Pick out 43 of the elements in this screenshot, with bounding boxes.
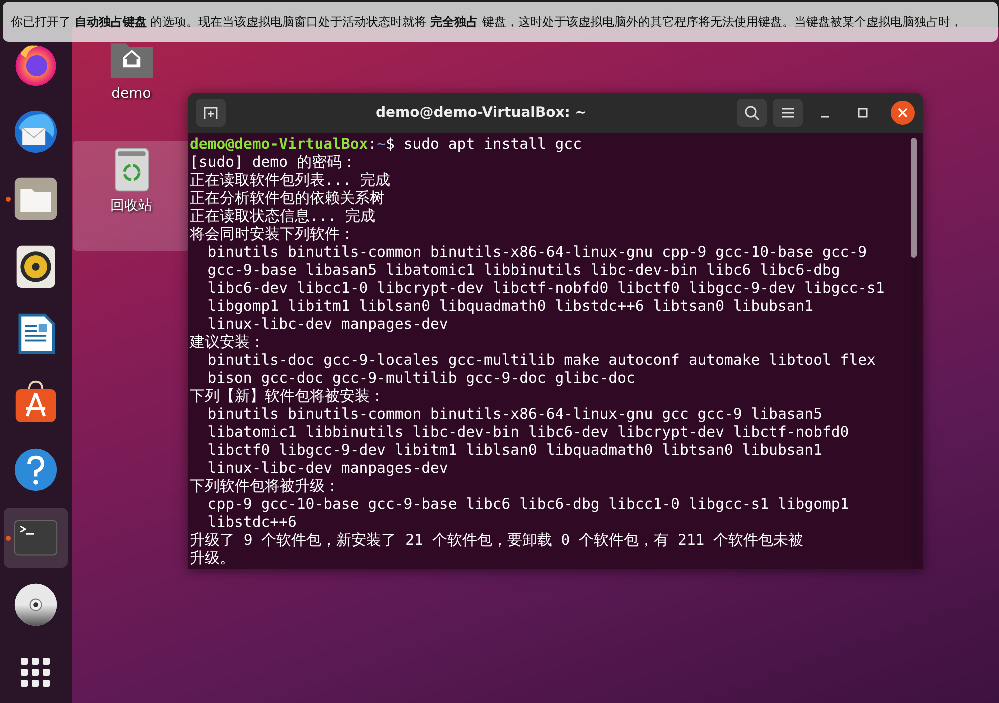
output-line: 正在读取软件包列表... 完成 xyxy=(190,172,392,190)
package-list-line: binutils binutils-common binutils-x86-64-linux-gnu gcc gcc-9 libasan5 xyxy=(206,406,824,424)
package-list-line: libstdc++6 xyxy=(206,514,298,532)
desktop-icon-label: 回收站 xyxy=(110,197,152,215)
package-list-line: libc6-dev libcc1-0 libcrypt-dev libctf-nobfd0 libctf0 libgcc-9-dev libgcc-s1 xyxy=(206,280,886,298)
app-grid-icon[interactable] xyxy=(21,658,51,688)
menu-button[interactable] xyxy=(773,99,803,127)
output-line: 升级。 xyxy=(190,550,236,568)
new-tab-button[interactable] xyxy=(196,99,226,127)
close-icon[interactable] xyxy=(891,101,915,125)
maximize-icon[interactable] xyxy=(857,107,869,119)
package-list-line: libatomic1 libbinutils libc-dev-bin libc6-dev libcrypt-dev libctf-nobfd0 xyxy=(206,424,850,442)
output-line: 升级了 9 个软件包，新安装了 21 个软件包，要卸载 0 个软件包，有 211 个软件包未被 xyxy=(190,532,805,550)
window-title: demo@demo-VirtualBox: ~ xyxy=(375,105,588,121)
desktop-icon-label: demo xyxy=(112,86,152,102)
output-line: 建议安装： xyxy=(190,334,266,352)
package-list-line: linux-libc-dev manpages-dev xyxy=(206,316,450,334)
package-list-line: linux-libc-dev manpages-dev xyxy=(206,460,450,478)
output-line: 下列【新】软件包将被安装： xyxy=(190,388,386,406)
output-line: 正在读取状态信息... 完成 xyxy=(190,208,377,226)
desktop-icon[interactable]: demo xyxy=(73,30,190,140)
folder-icon[interactable] xyxy=(13,176,59,222)
package-list-line: binutils-doc gcc-9-locales gcc-multilib make autoconf automake libtool flex xyxy=(206,352,877,370)
notification-text: 你已打开了 自动独占键盘 的选项。现在当该虚拟电脑窗口处于活动状态时就将 完全独占 键盘，这时处于该虚拟电脑外的其它程序将无法使用键盘。当键盘被某个虚拟电脑独占时， xyxy=(11,14,962,30)
package-list-line: gcc-9-base libasan5 libatomic1 libbinutils libc-dev-bin libc6 libc6-dbg xyxy=(206,262,842,280)
output-line: 下列软件包将被升级： xyxy=(190,478,341,496)
package-list-line: bison gcc-doc gcc-9-multilib gcc-9-doc glibc-doc xyxy=(206,370,636,388)
package-list-line: cpp-9 gcc-10-base gcc-9-base libc6 libc6-dbg libcc1-0 libgcc-s1 libgomp1 xyxy=(206,496,850,514)
search-icon xyxy=(744,105,760,121)
help-icon[interactable] xyxy=(13,447,59,494)
package-list-line: libgomp1 libitm1 liblsan0 libquadmath0 libstdc++6 libtsan0 libubsan1 xyxy=(206,298,815,316)
desktop-icon[interactable]: 回收站 xyxy=(73,141,190,251)
output-line: 正在分析软件包的依赖关系树 xyxy=(190,190,386,208)
new-tab-icon xyxy=(203,105,219,121)
output-line: 将会同时安装下列软件： xyxy=(190,226,356,244)
disc-icon[interactable] xyxy=(13,582,59,628)
scrollbar[interactable] xyxy=(911,138,917,562)
prompt-line: demo@demo-VirtualBox:~$ sudo apt install gcc xyxy=(190,136,584,154)
package-list-line: libctf0 libgcc-9-dev libitm1 liblsan0 libquadmath0 libtsan0 libubsan1 xyxy=(206,442,824,460)
output-line: [sudo] demo 的密码： xyxy=(190,154,358,172)
package-list-line: binutils binutils-common binutils-x86-64-linux-gnu cpp-9 gcc-10-base gcc-9 xyxy=(206,244,868,262)
search-button[interactable] xyxy=(737,99,767,127)
bird-envelope-icon[interactable] xyxy=(13,108,59,155)
